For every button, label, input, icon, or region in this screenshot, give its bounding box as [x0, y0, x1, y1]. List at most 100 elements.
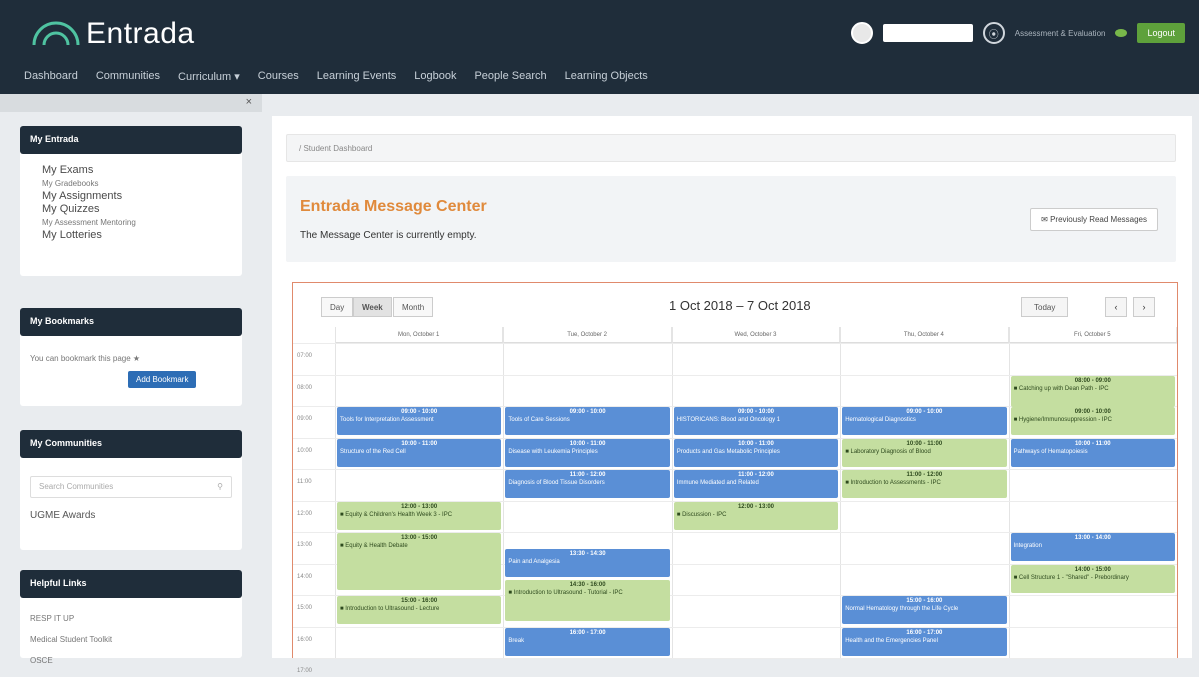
community-search-input[interactable]: Search Communities ⚲ — [30, 476, 232, 498]
top-navbar: Entrada Dashboard Communities Curriculum… — [0, 0, 1199, 94]
collapse-icon[interactable]: × — [246, 96, 252, 108]
link-ugme-awards[interactable]: UGME Awards — [30, 510, 232, 521]
event-title: Disease with Leukemia Principles — [508, 448, 598, 455]
event-title: ■ Cell Structure 1 - "Shared" - Prebordi… — [1013, 574, 1129, 581]
time-label: 11:00 — [297, 479, 312, 485]
calendar-event[interactable]: 10:00 - 11:00 Products and Gas Metabolic … — [673, 438, 839, 467]
event-title: ■ Equity & Health Debate — [340, 543, 408, 549]
next-week-button[interactable]: › — [1133, 297, 1155, 317]
eye-icon[interactable] — [1115, 29, 1128, 37]
user-name-box[interactable] — [882, 24, 973, 42]
nav-people-search[interactable]: People Search — [474, 70, 546, 83]
link-osce[interactable]: OSCE — [30, 654, 232, 667]
calendar-event[interactable]: 10:00 - 11:00 ■ Laboratory Diagnosis of B… — [842, 438, 1007, 467]
event-time: 16:00 - 17:00 — [569, 629, 606, 636]
calendar-event[interactable]: 12:00 - 13:00 ■ Equity & Children's Healt… — [337, 501, 502, 530]
user-area: ⦿ Assessment & Evaluation Logout — [850, 22, 1185, 44]
column-divider — [335, 327, 336, 659]
nav-learning-objects[interactable]: Learning Objects — [565, 70, 648, 83]
message-center-text: The Message Center is currently empty. — [300, 230, 477, 241]
calendar-event[interactable]: 09:00 - 10:00 ■ Hygiene/Immunosuppression… — [1010, 407, 1175, 436]
calendar-event[interactable]: 13:00 - 15:00 ■ Equity & Health Debate — [337, 533, 502, 590]
link-my-assessment-mentoring[interactable]: My Assessment Mentoring — [42, 216, 232, 229]
link-my-assignments[interactable]: My Assignments — [42, 190, 232, 203]
link-my-quizzes[interactable]: My Quizzes — [42, 203, 232, 216]
previously-read-button[interactable]: ✉ Previously Read Messages — [1030, 208, 1158, 231]
event-title: ■ Discussion - IPC — [676, 511, 727, 518]
link-my-gradebooks[interactable]: My Gradebooks — [42, 177, 232, 190]
link-my-exams[interactable]: My Exams — [42, 164, 232, 177]
time-label: 10:00 — [297, 447, 313, 454]
event-title: HISTORICANS: Blood and Oncology 1 — [676, 417, 781, 423]
search-icon: ⚲ — [217, 482, 223, 491]
link-student-toolkit[interactable]: Medical Student Toolkit — [30, 633, 232, 646]
user-role[interactable]: Assessment & Evaluation — [1015, 29, 1106, 38]
view-day-button[interactable]: Day — [321, 297, 354, 317]
calendar-event[interactable]: 09:00 - 10:00 Tools for Interpretation As… — [337, 407, 502, 436]
calendar-event[interactable]: 09:00 - 10:00 HISTORICANS: Blood and Onco… — [673, 407, 839, 436]
event-title: Integration — [1013, 543, 1042, 549]
view-month-button[interactable]: Month — [393, 297, 434, 317]
event-title: ■ Introduction to Ultrasound - Tutorial … — [508, 590, 623, 597]
calendar-event[interactable]: 09:00 - 10:00 Tools of Care Sessions — [505, 407, 670, 436]
nav-dashboard[interactable]: Dashboard — [24, 70, 78, 83]
calendar-event[interactable]: 15:00 - 16:00 ■ Introduction to Ultrasoun… — [337, 596, 502, 625]
nav-courses[interactable]: Courses — [258, 70, 299, 83]
logout-button[interactable]: Logout — [1137, 23, 1185, 43]
time-label: 16:00 — [297, 636, 313, 643]
event-title: Pain and Analgesia — [508, 558, 560, 565]
column-divider — [1008, 327, 1010, 659]
hour-line — [293, 343, 1177, 344]
calendar-event[interactable]: 16:00 - 17:00 Break — [505, 627, 670, 656]
today-button[interactable]: Today — [1021, 297, 1069, 317]
calendar-event[interactable]: 09:00 - 10:00 Hematological Diagnostics — [842, 407, 1007, 436]
nav-communities[interactable]: Communities — [96, 70, 160, 83]
logo-icon — [32, 21, 80, 46]
event-time: 14:30 - 16:00 — [569, 582, 606, 589]
link-my-lotteries[interactable]: My Lotteries — [42, 229, 232, 242]
event-title: ■ Introduction to Assessments - IPC — [845, 480, 941, 486]
nav-logbook[interactable]: Logbook — [414, 70, 456, 83]
calendar-event[interactable]: 08:00 - 09:00 ■ Catching up with Dean Pat… — [1010, 375, 1175, 407]
calendar-event[interactable]: 14:00 - 15:00 ■ Cell Structure 1 - "Share… — [1010, 564, 1175, 593]
panel-title: My Bookmarks — [20, 308, 242, 336]
calendar-event[interactable]: 11:00 - 12:00 Immune Mediated and Related — [673, 470, 839, 499]
day-header: Tue, October 2 — [503, 327, 672, 343]
calendar-title: 1 Oct 2018 – 7 Oct 2018 — [669, 298, 811, 313]
calendar-event[interactable]: 11:00 - 12:00 ■ Introduction to Assessmen… — [842, 470, 1007, 499]
event-time: 09:00 - 10:00 — [1074, 409, 1111, 415]
breadcrumb[interactable]: / Student Dashboard — [286, 134, 1176, 162]
calendar-event[interactable]: 11:00 - 12:00 Diagnosis of Blood Tissue D… — [505, 470, 670, 499]
calendar-event[interactable]: 10:00 - 11:00 Structure of the Red Cell — [337, 438, 502, 467]
day-header: Thu, October 4 — [840, 327, 1009, 343]
assessment-icon[interactable]: ⦿ — [982, 22, 1005, 44]
nav-curriculum[interactable]: Curriculum ▾ — [178, 70, 240, 83]
calendar-grid: Mon, October 1 Tue, October 2 Wed, October… — [293, 327, 1177, 674]
panel-title: My Communities — [20, 430, 242, 458]
prev-week-button[interactable]: ‹ — [1105, 297, 1127, 317]
communities-panel: My Communities Search Communities ⚲ UGME… — [20, 430, 242, 550]
calendar-event[interactable]: 15:00 - 16:00 Normal Hematology through t… — [842, 596, 1007, 625]
calendar-event[interactable]: 10:00 - 11:00 Pathways of Hematopoiesis — [1010, 438, 1175, 467]
avatar[interactable] — [850, 22, 873, 44]
link-resp-it-up[interactable]: RESP IT UP — [30, 612, 232, 625]
message-center-title: Entrada Message Center — [300, 198, 487, 215]
time-label: 08:00 — [297, 384, 313, 391]
entrada-logo[interactable]: Entrada — [30, 14, 195, 54]
view-week-button[interactable]: Week — [353, 297, 392, 317]
event-title: ■ Introduction to Ultrasound - Lecture — [340, 606, 440, 612]
time-label: 13:00 — [297, 542, 313, 548]
nav-learning-events[interactable]: Learning Events — [317, 70, 397, 83]
calendar-event[interactable]: 12:00 - 13:00 ■ Discussion - IPC — [673, 501, 839, 530]
calendar-event[interactable]: 14:30 - 16:00 ■ Introduction to Ultrasoun… — [505, 580, 670, 622]
event-time: 11:00 - 12:00 — [569, 472, 606, 478]
calendar-event[interactable]: 13:00 - 14:00 Integration — [1010, 533, 1175, 562]
event-title: Health and the Emergencies Panel — [845, 637, 938, 644]
calendar-event[interactable]: 13:30 - 14:30 Pain and Analgesia — [505, 548, 670, 578]
event-time: 10:00 - 11:00 — [738, 440, 774, 447]
calendar-event[interactable]: 16:00 - 17:00 Health and the Emergencies … — [842, 627, 1007, 656]
event-time: 10:00 - 11:00 — [569, 440, 606, 447]
add-bookmark-button[interactable]: Add Bookmark — [128, 371, 197, 388]
event-time: 10:00 - 11:00 — [1074, 440, 1111, 447]
calendar-event[interactable]: 10:00 - 11:00 Disease with Leukemia Princ… — [505, 438, 670, 467]
